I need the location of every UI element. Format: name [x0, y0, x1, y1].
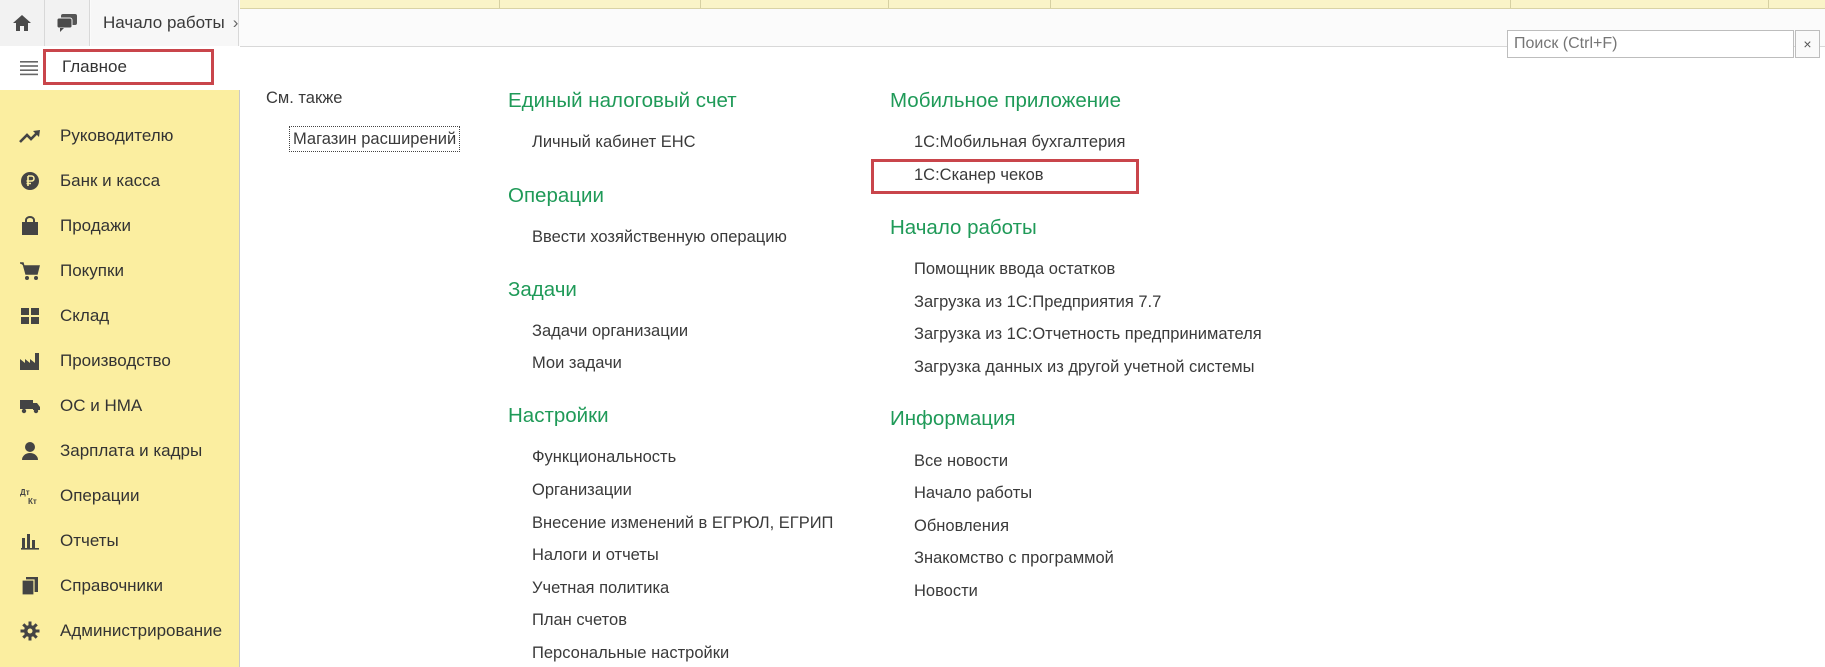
sidebar-item-label: Справочники	[60, 575, 163, 595]
hamburger-icon[interactable]	[20, 60, 38, 76]
sidebar-item-production[interactable]: Производство	[0, 338, 240, 383]
svg-text:Дт: Дт	[20, 488, 30, 497]
link-accounting-policy[interactable]: Учетная политика	[532, 579, 669, 598]
sidebar-item-label: Руководителю	[60, 125, 174, 145]
link-egrul-changes[interactable]: Внесение изменений в ЕГРЮЛ, ЕГРИП	[532, 514, 833, 533]
link-personal-settings[interactable]: Персональные настройки	[532, 644, 729, 663]
sidebar-item-fixed-assets[interactable]: ОС и НМА	[0, 383, 240, 428]
link-taxes-reports[interactable]: Налоги и отчеты	[532, 546, 659, 565]
sidebar-item-warehouse[interactable]: Склад	[0, 293, 240, 338]
bar-chart-icon	[19, 530, 41, 552]
sidebar-item-label: Производство	[60, 350, 171, 370]
sidebar-item-reports[interactable]: Отчеты	[0, 518, 240, 563]
sidebar-main-text: Главное	[62, 57, 127, 76]
person-icon	[19, 440, 41, 462]
sidebar-item-label: Операции	[60, 485, 140, 505]
truck-icon	[19, 395, 41, 417]
gear-icon	[19, 620, 41, 642]
home-icon	[13, 15, 31, 31]
link-enter-operation[interactable]: Ввести хозяйственную операцию	[532, 228, 787, 247]
sidebar-item-bank[interactable]: Банк и касса	[0, 158, 240, 203]
extensions-store-label: Магазин расширений	[293, 129, 457, 148]
trend-up-icon	[19, 125, 41, 147]
factory-icon	[19, 350, 41, 372]
sidebar-item-label: Склад	[60, 305, 110, 325]
section-title-getting-started: Начало работы	[890, 216, 1037, 239]
sidebar-item-label[interactable]: Главное	[43, 49, 214, 85]
sidebar-item-label: Отчеты	[60, 530, 119, 550]
section-title-mobile-app: Мобильное приложение	[890, 89, 1121, 112]
section-title-settings: Настройки	[508, 404, 609, 427]
link-getting-started[interactable]: Начало работы	[914, 484, 1032, 503]
see-also-title: См. также	[266, 89, 343, 107]
link-org-tasks[interactable]: Задачи организации	[532, 322, 688, 341]
books-icon	[19, 575, 41, 597]
close-icon: ×	[1803, 36, 1812, 52]
tab-label: Начало работы	[103, 13, 225, 32]
shopping-bag-icon	[19, 215, 41, 237]
sidebar-item-directories[interactable]: Справочники	[0, 563, 240, 608]
tab-start-page[interactable]: Начало работы ›	[91, 0, 239, 46]
link-import-entrepreneur[interactable]: Загрузка из 1С:Отчетность предпринимател…	[914, 325, 1262, 344]
link-chart-of-accounts[interactable]: План счетов	[532, 611, 627, 630]
warehouse-icon	[19, 305, 41, 327]
sidebar-item-label: Банк и касса	[60, 170, 161, 190]
debit-credit-icon: Дт Кт	[19, 485, 41, 507]
link-mobile-accounting[interactable]: 1С:Мобильная бухгалтерия	[914, 133, 1125, 152]
link-news[interactable]: Новости	[914, 582, 978, 601]
sidebar-item-label: ОС и НМА	[60, 395, 143, 415]
chevron-right-icon: ›	[232, 13, 239, 32]
sidebar-item-main[interactable]: Главное	[0, 46, 240, 90]
link-ens-cabinet[interactable]: Личный кабинет ЕНС	[532, 133, 696, 152]
open-windows-strip	[240, 0, 1825, 9]
sidebar-item-purchases[interactable]: Покупки	[0, 248, 240, 293]
sidebar-item-sales[interactable]: Продажи	[0, 203, 240, 248]
sections-sidebar: Главное Руководителю Банк и касса Продаж…	[0, 46, 240, 667]
receipt-scanner-highlight	[871, 159, 1139, 194]
section-title-tasks: Задачи	[508, 278, 577, 301]
sidebar-item-label: Зарплата и кадры	[60, 440, 203, 460]
sidebar-item-label: Покупки	[60, 260, 124, 280]
svg-text:Кт: Кт	[28, 497, 37, 506]
shopping-cart-icon	[19, 260, 41, 282]
home-button[interactable]	[0, 0, 45, 46]
link-balances-wizard[interactable]: Помощник ввода остатков	[914, 260, 1115, 279]
link-updates[interactable]: Обновления	[914, 517, 1009, 536]
link-import-1c77[interactable]: Загрузка из 1С:Предприятия 7.7	[914, 293, 1161, 312]
discussions-button[interactable]	[45, 0, 90, 46]
sidebar-item-label: Продажи	[60, 215, 131, 235]
extensions-store-link[interactable]: Магазин расширений	[289, 126, 461, 152]
link-intro-program[interactable]: Знакомство с программой	[914, 549, 1114, 568]
chat-icon	[56, 14, 77, 32]
section-title-operations: Операции	[508, 184, 604, 207]
sidebar-item-salary[interactable]: Зарплата и кадры	[0, 428, 240, 473]
sidebar-item-administration[interactable]: Администрирование	[0, 608, 240, 653]
sidebar-item-label: Администрирование	[60, 620, 223, 640]
ruble-coin-icon	[19, 170, 41, 192]
link-import-other-system[interactable]: Загрузка данных из другой учетной систем…	[914, 358, 1255, 377]
search-input[interactable]	[1507, 30, 1794, 58]
search-clear-button[interactable]: ×	[1795, 30, 1820, 58]
link-all-news[interactable]: Все новости	[914, 452, 1008, 471]
sidebar-item-manager[interactable]: Руководителю	[0, 113, 240, 158]
link-my-tasks[interactable]: Мои задачи	[532, 354, 622, 373]
sidebar-item-operations[interactable]: Дт Кт Операции	[0, 473, 240, 518]
link-functionality[interactable]: Функциональность	[532, 448, 676, 467]
section-title-information: Информация	[890, 407, 1016, 430]
link-organizations[interactable]: Организации	[532, 481, 632, 500]
section-title-ens: Единый налоговый счет	[508, 89, 737, 112]
